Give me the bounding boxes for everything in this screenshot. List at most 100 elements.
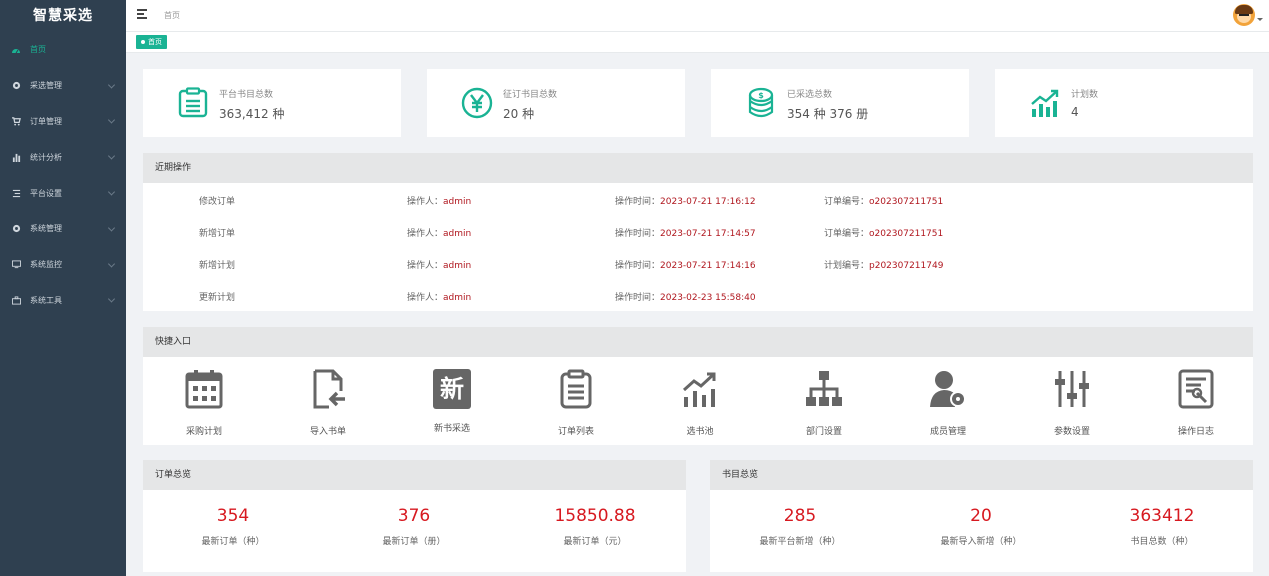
overview-item: 376 最新订单（册） bbox=[324, 506, 504, 547]
user-manage-icon bbox=[930, 371, 966, 407]
sidebar-item-platform[interactable]: 平台设置 bbox=[0, 175, 126, 211]
table-row: 更新计划 操作人：admin 操作时间：2023-02-23 15:58:40 bbox=[143, 279, 1253, 311]
order-overview-panel: 订单总览 354 最新订单（种） 376 最新订单（册） 15850.88 最新… bbox=[143, 460, 686, 572]
toolbox-icon bbox=[10, 295, 22, 305]
op-operator: 操作人：admin bbox=[407, 226, 471, 239]
tab-label: 首页 bbox=[148, 38, 162, 46]
sidebar-item-monitor[interactable]: 系统监控 bbox=[0, 247, 126, 283]
op-operator: 操作人：admin bbox=[407, 194, 471, 207]
sidebar-menu: 首页 采选管理 订单管理 统计分析 平台设置 系统管理 系统监控 系统工具 bbox=[0, 32, 126, 318]
op-label: 操作时间： bbox=[615, 197, 661, 207]
caret-down-icon[interactable] bbox=[1257, 18, 1263, 21]
quick-link-import-list[interactable]: 导入书单 bbox=[278, 369, 378, 437]
table-row: 新增订单 操作人：admin 操作时间：2023-07-21 17:14:57 … bbox=[143, 215, 1253, 247]
quick-link-new-books[interactable]: 新 新书采选 bbox=[402, 369, 502, 434]
overview-caption: 最新订单（册） bbox=[382, 537, 446, 547]
op-label: 操作人： bbox=[407, 197, 444, 207]
quick-link-label: 导入书单 bbox=[309, 427, 346, 437]
op-time: 操作时间：2023-07-21 17:14:16 bbox=[615, 258, 756, 271]
stat-value: 363,412 种 bbox=[219, 107, 285, 121]
overview-caption: 书目总数（种） bbox=[1130, 537, 1194, 547]
sidebar: 智慧采选 首页 采选管理 订单管理 统计分析 平台设置 系统管理 系统监控 系统… bbox=[0, 0, 126, 576]
chevron-down-icon bbox=[107, 188, 116, 196]
quick-link-purchase-plan[interactable]: 采购计划 bbox=[154, 369, 254, 437]
chevron-down-icon bbox=[107, 116, 116, 125]
op-label: 操作时间： bbox=[615, 261, 661, 271]
overview-item: 20 最新导入新增（种） bbox=[891, 506, 1071, 547]
sidebar-item-label: 系统监控 bbox=[30, 260, 62, 270]
op-label: 订单编号： bbox=[824, 197, 870, 207]
quick-link-members[interactable]: 成员管理 bbox=[898, 369, 998, 437]
stat-label: 已采选总数 bbox=[787, 90, 833, 100]
stat-card-plans: 计划数 4 bbox=[995, 69, 1253, 137]
op-time: 操作时间：2023-02-23 15:58:40 bbox=[615, 290, 756, 303]
sidebar-item-selection[interactable]: 采选管理 bbox=[0, 68, 126, 104]
sidebar-item-tools[interactable]: 系统工具 bbox=[0, 283, 126, 319]
op-number: 订单编号：o202307211751 bbox=[824, 194, 943, 207]
quick-link-label: 部门设置 bbox=[805, 427, 842, 437]
org-chart-icon bbox=[806, 371, 842, 406]
menu-toggle-icon[interactable] bbox=[137, 9, 147, 19]
op-action: 新增订单 bbox=[199, 229, 236, 239]
overview-value: 376 bbox=[397, 506, 431, 526]
quick-link-label: 成员管理 bbox=[929, 427, 966, 437]
quick-link-label: 订单列表 bbox=[557, 427, 594, 437]
overview-value: 15850.88 bbox=[554, 506, 636, 526]
quick-link-label: 操作日志 bbox=[1177, 427, 1214, 437]
stat-label: 征订书目总数 bbox=[503, 90, 558, 100]
tab-home[interactable]: 首页 bbox=[136, 35, 167, 49]
avatar[interactable] bbox=[1233, 4, 1255, 26]
sidebar-item-statistics[interactable]: 统计分析 bbox=[0, 139, 126, 175]
quick-link-label: 新书采选 bbox=[433, 424, 470, 434]
op-action: 更新计划 bbox=[199, 293, 236, 303]
chevron-down-icon bbox=[107, 152, 116, 160]
op-label: 操作人： bbox=[407, 261, 444, 271]
op-label: 操作时间： bbox=[615, 229, 661, 239]
clipboard-icon bbox=[560, 369, 592, 409]
trend-chart-icon bbox=[682, 372, 716, 407]
overview-value: 354 bbox=[216, 506, 250, 526]
quick-link-operation-log[interactable]: 操作日志 bbox=[1146, 369, 1246, 437]
sidebar-item-label: 统计分析 bbox=[30, 152, 62, 162]
sidebar-item-home[interactable]: 首页 bbox=[0, 32, 126, 68]
stat-value: 20 种 bbox=[503, 107, 535, 121]
document-icon bbox=[178, 87, 208, 118]
op-time-value: 2023-07-21 17:16:12 bbox=[660, 197, 756, 207]
op-number: 订单编号：o202307211751 bbox=[824, 226, 943, 239]
overview-caption: 最新订单（种） bbox=[201, 537, 265, 547]
sidebar-item-label: 平台设置 bbox=[30, 188, 62, 198]
op-number-value: p202307211749 bbox=[869, 261, 944, 271]
stat-label: 平台书目总数 bbox=[219, 90, 274, 100]
overview-item: 363412 书目总数（种） bbox=[1072, 506, 1252, 547]
trend-icon bbox=[1031, 89, 1059, 117]
op-operator-value: admin bbox=[443, 197, 472, 207]
new-badge-icon: 新 bbox=[433, 369, 471, 409]
overview-value: 363412 bbox=[1129, 506, 1195, 526]
file-import-icon bbox=[313, 369, 345, 409]
overview-caption: 最新平台新增（种） bbox=[759, 537, 841, 547]
cog-icon bbox=[10, 224, 22, 234]
quick-link-label: 参数设置 bbox=[1053, 427, 1090, 437]
sidebar-item-orders[interactable]: 订单管理 bbox=[0, 104, 126, 140]
quick-link-book-pool[interactable]: 选书池 bbox=[650, 369, 750, 437]
table-row: 新增计划 操作人：admin 操作时间：2023-07-21 17:14:16 … bbox=[143, 247, 1253, 279]
sidebar-item-label: 首页 bbox=[30, 45, 46, 55]
log-icon bbox=[1178, 369, 1214, 409]
stat-card-subscription-books: 征订书目总数 20 种 bbox=[427, 69, 685, 137]
sidebar-item-system[interactable]: 系统管理 bbox=[0, 211, 126, 247]
bar-chart-icon bbox=[10, 152, 22, 162]
quick-link-order-list[interactable]: 订单列表 bbox=[526, 369, 626, 437]
yen-icon bbox=[461, 87, 493, 119]
quick-link-departments[interactable]: 部门设置 bbox=[774, 369, 874, 437]
gear-icon bbox=[10, 81, 22, 91]
op-number-value: o202307211751 bbox=[869, 197, 944, 207]
coins-icon: $ bbox=[748, 87, 774, 118]
op-number-value: o202307211751 bbox=[869, 229, 944, 239]
calendar-icon bbox=[185, 370, 223, 409]
quick-link-parameters[interactable]: 参数设置 bbox=[1022, 369, 1122, 437]
stat-value: 4 bbox=[1071, 105, 1079, 119]
op-action: 修改订单 bbox=[199, 197, 236, 207]
op-label: 操作时间： bbox=[615, 293, 661, 303]
table-row: 修改订单 操作人：admin 操作时间：2023-07-21 17:16:12 … bbox=[143, 183, 1253, 215]
list-icon bbox=[10, 188, 22, 198]
